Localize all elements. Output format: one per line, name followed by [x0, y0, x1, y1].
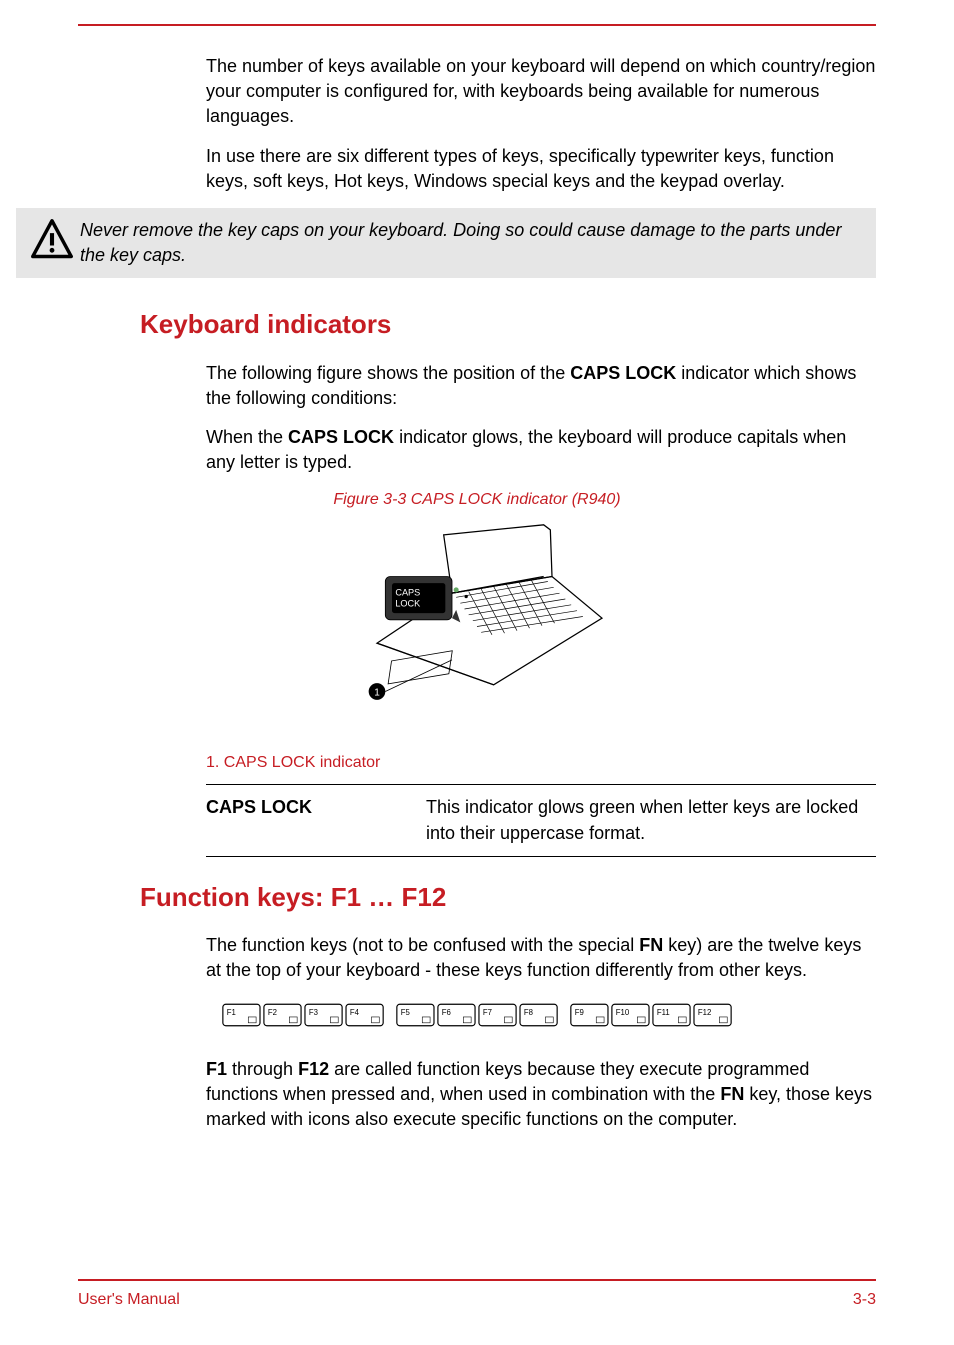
svg-text:F4: F4 — [350, 1008, 360, 1017]
fn-bold: FN — [639, 935, 663, 955]
ki-para-2: When the CAPS LOCK indicator glows, the … — [206, 425, 876, 475]
svg-text:LOCK: LOCK — [395, 598, 420, 608]
intro-para-1: The number of keys available on your key… — [206, 54, 876, 130]
svg-text:F3: F3 — [309, 1008, 318, 1017]
figure-caption: Figure 3-3 CAPS LOCK indicator (R940) — [78, 489, 876, 511]
text: through — [227, 1059, 298, 1079]
top-rule — [78, 24, 876, 26]
ki-para-1: The following figure shows the position … — [206, 361, 876, 411]
svg-text:F1: F1 — [227, 1008, 236, 1017]
f12-bold: F12 — [298, 1059, 329, 1079]
caps-lock-bold: CAPS LOCK — [570, 363, 676, 383]
caps-lock-callout-icon: CAPS LOCK — [385, 576, 460, 622]
function-keys-figure: F1 F2 F3 F4 F5 F6 F7 F8 F9 F10 F11 F12 — [78, 998, 876, 1039]
warning-callout: Never remove the key caps on your keyboa… — [16, 208, 876, 278]
svg-text:1: 1 — [374, 688, 380, 699]
figure-legend-1: 1. CAPS LOCK indicator — [206, 752, 876, 774]
svg-text:F9: F9 — [575, 1008, 584, 1017]
divider — [206, 856, 876, 857]
svg-text:CAPS: CAPS — [395, 588, 420, 598]
text: The following figure shows the position … — [206, 363, 570, 383]
svg-text:F6: F6 — [442, 1008, 451, 1017]
svg-text:F8: F8 — [524, 1008, 533, 1017]
intro-para-2: In use there are six different types of … — [206, 144, 876, 194]
fn-para-1: The function keys (not to be confused wi… — [206, 933, 876, 983]
svg-text:F2: F2 — [268, 1008, 277, 1017]
definition-desc: This indicator glows green when letter k… — [426, 795, 876, 845]
svg-text:F7: F7 — [483, 1008, 492, 1017]
svg-text:F11: F11 — [657, 1008, 670, 1017]
svg-text:F5: F5 — [401, 1008, 411, 1017]
figure-caps-lock: CAPS LOCK 1 — [78, 518, 876, 742]
heading-function-keys: Function keys: F1 … F12 — [140, 879, 876, 915]
definition-row-caps-lock: CAPS LOCK This indicator glows green whe… — [206, 791, 876, 849]
definition-term: CAPS LOCK — [206, 795, 426, 845]
svg-text:F12: F12 — [698, 1008, 711, 1017]
fn-para-2: F1 through F12 are called function keys … — [206, 1057, 876, 1133]
warning-text: Never remove the key caps on your keyboa… — [80, 218, 862, 268]
footer-rule — [78, 1279, 876, 1281]
f1-bold: F1 — [206, 1059, 227, 1079]
text: When the — [206, 427, 288, 447]
svg-text:F10: F10 — [616, 1008, 630, 1017]
caps-lock-bold: CAPS LOCK — [288, 427, 394, 447]
fn-bold: FN — [720, 1084, 744, 1104]
footer-left: User's Manual — [78, 1289, 180, 1311]
heading-keyboard-indicators: Keyboard indicators — [140, 306, 876, 342]
footer-right: 3-3 — [853, 1289, 876, 1311]
divider — [206, 784, 876, 785]
page-footer: User's Manual 3-3 — [78, 1279, 876, 1311]
text: The function keys (not to be confused wi… — [206, 935, 639, 955]
warning-icon — [24, 218, 80, 262]
